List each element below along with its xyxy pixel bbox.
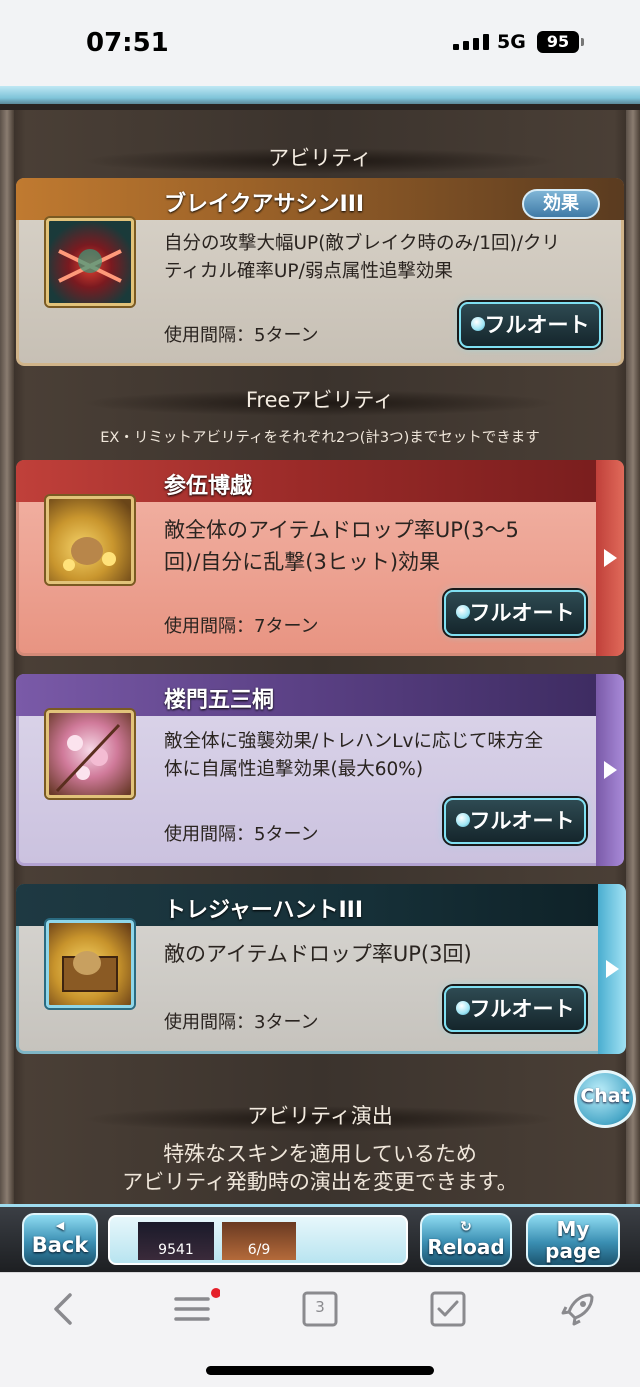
home-indicator: [206, 1366, 434, 1375]
back-arrow-icon: ◀: [55, 1219, 65, 1232]
reload-icon: ↻: [460, 1219, 472, 1235]
ability-card-treasure-hunt[interactable]: トレジャーハントIII 敵のアイテムドロップ率UP(3回) 使用間隔：3ターン …: [16, 884, 626, 1054]
menu-icon[interactable]: [170, 1287, 221, 1331]
status-panel: 9541 6/9: [108, 1215, 408, 1265]
ability-card-romon-gosan[interactable]: 楼門五三桐 敵全体に強襲効果/トレハンLvに応じて味方全 体に自属性追撃効果(最大…: [16, 674, 624, 866]
tabs-icon[interactable]: 3: [298, 1287, 342, 1331]
signal-icon: [453, 34, 489, 50]
cooldown-text: 使用間隔：7ターン: [164, 616, 319, 637]
ability-name: ブレイクアサシンIII: [164, 192, 365, 217]
ability-description: 敵全体のアイテムドロップ率UP(3〜5 回)/自分に乱撃(3ヒット)効果: [164, 518, 519, 574]
ability-effect-section-title: アビリティ演出: [0, 1100, 640, 1132]
swap-tab[interactable]: [596, 460, 624, 656]
ability-effect-note: 特殊なスキンを適用しているため アビリティ発動時の演出を変更できます。: [122, 1142, 518, 1194]
free-ability-section-title: Freeアビリティ: [0, 384, 640, 416]
effect-badge-button[interactable]: 効果: [522, 189, 600, 219]
bookmark-check-icon[interactable]: [426, 1287, 470, 1331]
ability-name: 楼門五三桐: [164, 688, 275, 713]
full-auto-button[interactable]: フルオート: [459, 302, 601, 348]
swap-tab[interactable]: [598, 884, 626, 1054]
chevron-right-icon: [606, 960, 619, 978]
battery-icon: 95: [537, 31, 584, 53]
mypage-button[interactable]: My page: [526, 1213, 620, 1267]
ability-section-title: アビリティ: [0, 142, 640, 174]
chevron-right-icon: [604, 761, 617, 779]
cherry-blossom-icon: [46, 710, 134, 798]
free-ability-note: EX・リミットアビリティをそれぞれ2つ(計3つ)までセットできます: [100, 430, 540, 446]
assassin-icon: [46, 218, 134, 306]
bp-gauge: 6/9: [222, 1222, 296, 1260]
status-bar: 07:51 5G 95: [0, 0, 640, 86]
top-frame: [0, 86, 640, 110]
game-view: アビリティ ブレイクアサシンIII 効果 自分の攻撃大幅UP(敵ブレイク時のみ/…: [0, 86, 640, 1206]
chevron-right-icon: [604, 549, 617, 567]
ability-description: 自分の攻撃大幅UP(敵ブレイク時のみ/1回)/クリ ティカル確率UP/弱点属性追撃…: [164, 233, 560, 282]
ability-name: トレジャーハントIII: [164, 898, 364, 923]
ability-name: 参伍博戯: [164, 474, 253, 499]
ability-card-sango-hakugi[interactable]: 参伍博戯 敵全体のアイテムドロップ率UP(3〜5 回)/自分に乱撃(3ヒット)効果…: [16, 460, 624, 656]
reload-button[interactable]: ↻ Reload: [420, 1213, 512, 1267]
full-auto-button[interactable]: フルオート: [444, 798, 586, 844]
cooldown-text: 使用間隔：5ターン: [164, 824, 319, 845]
network-type: 5G: [497, 31, 526, 53]
cooldown-text: 使用間隔：3ターン: [164, 1012, 319, 1033]
rocket-icon[interactable]: [556, 1287, 600, 1331]
treasure-chest-icon: [46, 920, 134, 1008]
cooldown-text: 使用間隔：5ターン: [164, 325, 319, 346]
ability-description: 敵全体に強襲効果/トレハンLvに応じて味方全 体に自属性追撃効果(最大60%): [164, 731, 543, 780]
swap-tab[interactable]: [596, 674, 624, 866]
ap-gauge: 9541: [138, 1222, 214, 1260]
ability-description: 敵のアイテムドロップ率UP(3回): [164, 942, 472, 966]
game-bottom-bar: ◀ Back 9541 6/9 ↻ Reload My page: [0, 1204, 640, 1272]
clock: 07:51: [86, 28, 169, 58]
full-auto-button[interactable]: フルオート: [444, 986, 586, 1032]
treasure-bag-icon: [46, 496, 134, 584]
ability-card-break-assassin[interactable]: ブレイクアサシンIII 効果 自分の攻撃大幅UP(敵ブレイク時のみ/1回)/クリ…: [16, 178, 624, 366]
back-button[interactable]: ◀ Back: [22, 1213, 98, 1267]
full-auto-button[interactable]: フルオート: [444, 590, 586, 636]
back-icon[interactable]: [42, 1287, 86, 1331]
